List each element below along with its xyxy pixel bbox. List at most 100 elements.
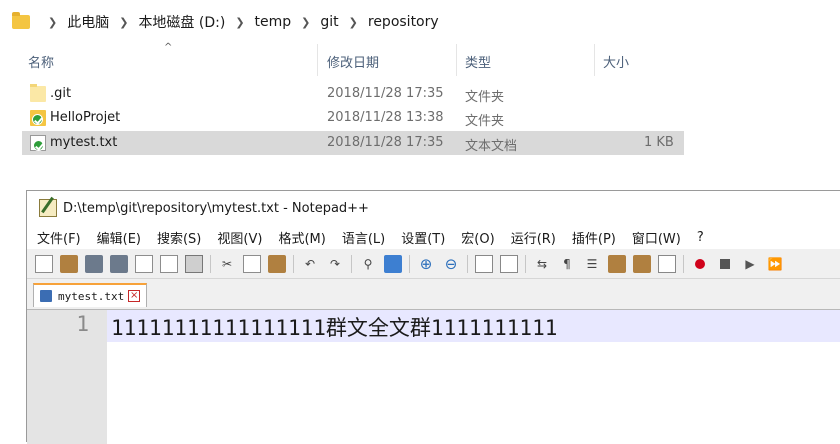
editor-area[interactable]: 1 11111111111111111群文全文群1111111111 — [27, 309, 840, 444]
save-icon[interactable] — [85, 254, 103, 273]
column-type[interactable]: 类型 — [465, 52, 491, 71]
menu-bar: 文件(F) 编辑(E) 搜索(S) 视图(V) 格式(M) 语言(L) 设置(T… — [27, 225, 840, 249]
close-file-icon[interactable] — [135, 254, 153, 273]
list-item-selected[interactable]: mytest.txt 2018/11/28 17:35 文本文档 1 KB — [22, 131, 684, 155]
stop-macro-icon[interactable] — [716, 255, 734, 273]
chevron-right-icon: ❯ — [119, 15, 129, 29]
show-all-chars-icon[interactable]: ¶ — [558, 255, 576, 273]
file-size: 1 KB — [644, 135, 674, 150]
redo-icon[interactable]: ↷ — [326, 255, 344, 273]
breadcrumb-drive[interactable]: 本地磁盘 (D:) — [138, 12, 225, 32]
play-macro-icon[interactable]: ▶ — [741, 255, 759, 273]
list-item[interactable]: .git 2018/11/28 17:35 文件夹 — [22, 82, 684, 106]
menu-settings[interactable]: 设置(T) — [401, 228, 445, 247]
sort-ascending-icon: ^ — [164, 42, 173, 53]
file-date: 2018/11/28 13:38 — [327, 110, 444, 125]
toolbar-separator — [409, 254, 410, 273]
column-divider[interactable] — [456, 44, 457, 76]
new-file-icon[interactable] — [35, 254, 53, 273]
tab-label: mytest.txt — [58, 289, 125, 303]
toolbar-separator — [351, 254, 352, 273]
address-bar[interactable]: ❯ 此电脑 ❯ 本地磁盘 (D:) ❯ temp ❯ git ❯ reposit… — [0, 0, 840, 44]
close-all-icon[interactable] — [160, 254, 178, 273]
window-title: D:\temp\git\repository\mytest.txt - Note… — [63, 200, 369, 216]
zoom-in-icon[interactable]: ⊕ — [417, 255, 435, 273]
file-type: 文件夹 — [465, 90, 505, 105]
git-folder-icon — [30, 110, 46, 126]
tab-bar: mytest.txt × — [27, 279, 840, 307]
check-badge-icon — [33, 140, 44, 151]
close-tab-icon[interactable]: × — [128, 290, 141, 302]
file-name: mytest.txt — [50, 135, 118, 150]
file-type: 文件夹 — [465, 114, 505, 129]
menu-format[interactable]: 格式(M) — [278, 228, 325, 247]
background-window-edge — [0, 196, 24, 442]
menu-run[interactable]: 运行(R) — [511, 228, 556, 247]
line-number: 1 — [76, 312, 89, 336]
function-list-icon[interactable] — [633, 254, 651, 273]
tab-mytest[interactable]: mytest.txt × — [33, 283, 147, 307]
folder-as-workspace-icon[interactable] — [658, 254, 676, 273]
copy-icon[interactable] — [243, 254, 261, 273]
find-icon[interactable]: ⚲ — [359, 255, 377, 273]
notepad-logo-icon — [39, 199, 57, 217]
file-date: 2018/11/28 17:35 — [327, 86, 444, 101]
title-bar[interactable]: D:\temp\git\repository\mytest.txt - Note… — [27, 191, 840, 225]
indent-guide-icon[interactable]: ☰ — [583, 255, 601, 273]
check-badge-icon — [32, 114, 43, 125]
column-size[interactable]: 大小 — [603, 52, 629, 71]
menu-plugins[interactable]: 插件(P) — [572, 228, 616, 247]
column-divider[interactable] — [594, 44, 595, 76]
undo-icon[interactable]: ↶ — [301, 255, 319, 273]
toolbar-separator — [683, 254, 684, 273]
print-icon[interactable] — [185, 254, 203, 273]
breadcrumb-git[interactable]: git — [320, 14, 338, 30]
column-date[interactable]: 修改日期 — [327, 52, 379, 71]
word-wrap-icon[interactable]: ⇆ — [533, 255, 551, 273]
cut-icon[interactable]: ✂ — [218, 255, 236, 273]
toolbar-separator — [293, 254, 294, 273]
saved-file-icon — [40, 290, 52, 302]
editor-text[interactable]: 11111111111111111群文全文群1111111111 — [111, 312, 557, 342]
menu-help[interactable]: ? — [697, 230, 704, 245]
column-headers: ^ 名称 修改日期 类型 大小 — [22, 42, 840, 76]
menu-search[interactable]: 搜索(S) — [157, 228, 201, 247]
open-file-icon[interactable] — [60, 254, 78, 273]
sync-horizontal-icon[interactable] — [500, 254, 518, 273]
folder-icon — [30, 84, 46, 102]
menu-view[interactable]: 视图(V) — [217, 228, 262, 247]
column-name[interactable]: 名称 — [28, 52, 54, 71]
record-macro-icon[interactable] — [691, 255, 709, 273]
breadcrumb-repository[interactable]: repository — [368, 14, 439, 30]
line-number-gutter: 1 — [27, 310, 107, 444]
notepad-window: D:\temp\git\repository\mytest.txt - Note… — [26, 190, 840, 444]
text-file-icon — [30, 135, 46, 151]
zoom-out-icon[interactable]: ⊖ — [442, 255, 460, 273]
replace-icon[interactable] — [384, 254, 402, 273]
chevron-right-icon: ❯ — [348, 15, 358, 29]
menu-edit[interactable]: 编辑(E) — [97, 228, 141, 247]
chevron-right-icon: ❯ — [48, 15, 58, 29]
menu-language[interactable]: 语言(L) — [342, 228, 385, 247]
menu-file[interactable]: 文件(F) — [37, 228, 81, 247]
breadcrumb-this-pc[interactable]: 此电脑 — [67, 12, 109, 32]
run-macro-multiple-icon[interactable]: ⏩ — [766, 255, 784, 273]
chevron-right-icon: ❯ — [235, 15, 245, 29]
breadcrumb-temp[interactable]: temp — [255, 14, 292, 30]
paste-icon[interactable] — [268, 254, 286, 273]
menu-window[interactable]: 窗口(W) — [632, 228, 681, 247]
save-all-icon[interactable] — [110, 254, 128, 273]
menu-macro[interactable]: 宏(O) — [461, 228, 494, 247]
file-type: 文本文档 — [465, 139, 518, 154]
toolbar: ✂ ↶ ↷ ⚲ ⊕ ⊖ ⇆ ¶ ☰ ▶ ⏩ — [27, 249, 840, 279]
doc-map-icon[interactable] — [608, 254, 626, 273]
list-item[interactable]: HelloProjet 2018/11/28 13:38 文件夹 — [22, 106, 684, 130]
toolbar-separator — [210, 254, 211, 273]
toolbar-separator — [467, 254, 468, 273]
file-name: HelloProjet — [50, 110, 121, 125]
file-date: 2018/11/28 17:35 — [327, 135, 444, 150]
file-name: .git — [50, 86, 72, 101]
column-divider[interactable] — [317, 44, 318, 76]
toolbar-separator — [525, 254, 526, 273]
sync-vertical-icon[interactable] — [475, 254, 493, 273]
